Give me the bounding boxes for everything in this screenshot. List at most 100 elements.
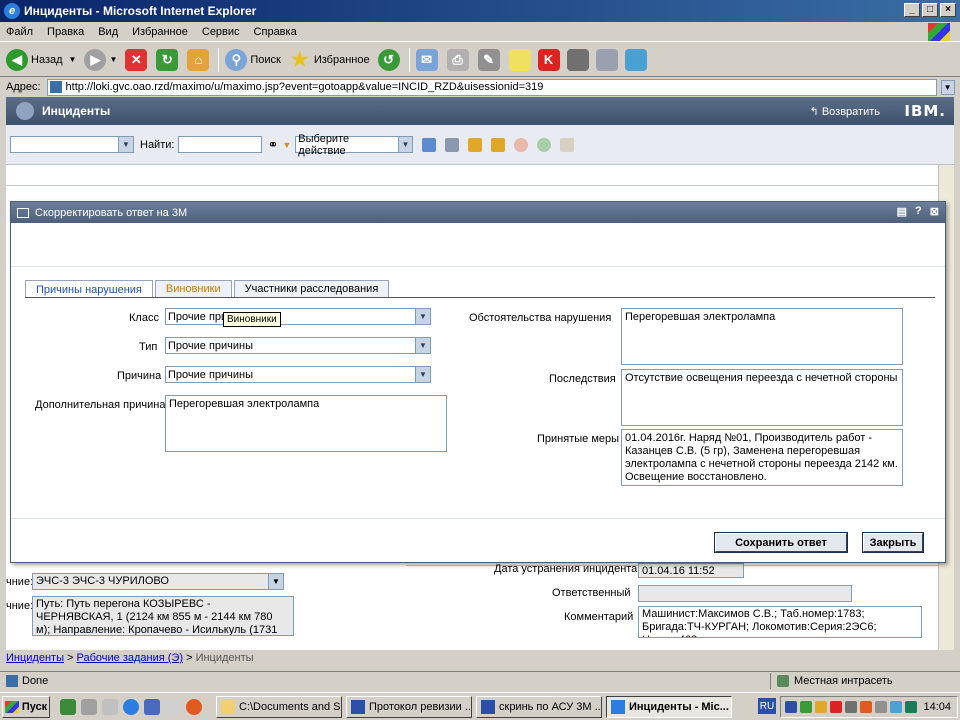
search-button[interactable]: ⚲ Поиск <box>225 48 281 71</box>
menu-view[interactable]: Вид <box>98 26 118 38</box>
responsible-field[interactable] <box>638 585 852 602</box>
menu-help[interactable]: Справка <box>254 26 297 38</box>
users-icon[interactable] <box>624 48 647 71</box>
query-select[interactable]: ▼ <box>10 136 134 153</box>
menu-favorites[interactable]: Избранное <box>132 26 188 38</box>
tray-network-icon[interactable] <box>785 701 797 713</box>
dialog-menu-icon[interactable]: ▤ <box>897 205 907 218</box>
messenger-icon[interactable] <box>566 48 589 71</box>
tab-violation-reasons[interactable]: Причины нарушения <box>25 280 153 298</box>
chevron-down-icon: ▼ <box>415 338 430 353</box>
start-button[interactable]: Пуск <box>2 695 50 718</box>
save-answer-button[interactable]: Сохранить ответ <box>714 532 848 553</box>
chevron-down-icon[interactable]: ▼ <box>282 140 291 150</box>
new-record-icon[interactable] <box>422 137 437 152</box>
previous-icon[interactable] <box>468 137 483 152</box>
tray-volume-icon[interactable] <box>875 701 887 713</box>
task-incidents[interactable]: Инциденты - Mic... <box>606 695 732 718</box>
history-icon[interactable]: ↺ <box>377 48 400 71</box>
tab-culprits[interactable]: Виновники <box>154 280 232 297</box>
tray-display-icon[interactable] <box>905 701 917 713</box>
elim-date-field[interactable]: 01.04.16 11:52 <box>638 563 744 578</box>
menu-edit[interactable]: Правка <box>47 26 84 38</box>
close-dialog-button[interactable]: Закрыть <box>862 532 924 553</box>
forward-button[interactable]: ▶ ▼ <box>84 48 117 71</box>
breadcrumb-work-orders[interactable]: Рабочие задания (Э) <box>77 652 183 664</box>
tab-investigators[interactable]: Участники расследования <box>233 280 390 297</box>
quicklaunch-media-icon[interactable] <box>186 698 202 715</box>
task-screenshots[interactable]: скринь по АСУ 3М ... <box>476 695 602 718</box>
stop-icon[interactable]: ✕ <box>125 48 148 71</box>
consequences-textarea[interactable]: Отсутствие освещения переезда с нечетной… <box>621 369 903 426</box>
quicklaunch-ie-icon[interactable] <box>123 698 139 715</box>
chevron-down-icon[interactable]: ▼ <box>69 55 77 64</box>
action-select[interactable]: Выберите действие ▼ <box>295 133 414 157</box>
edit-icon[interactable]: ✎ <box>477 48 500 71</box>
location-field[interactable]: Путь: Путь перегона КОЗЫРЕВС - ЧЕРНЯВСКА… <box>32 596 294 636</box>
home-icon[interactable]: ⌂ <box>187 48 210 71</box>
circumstances-textarea[interactable]: Перегоревшая электролампа <box>621 308 903 365</box>
folder-icon <box>221 699 235 714</box>
minimize-button[interactable]: _ <box>904 3 920 17</box>
chevron-down-icon[interactable]: ▼ <box>268 574 283 589</box>
quicklaunch-tree-icon[interactable] <box>60 698 76 715</box>
find-input[interactable] <box>178 136 263 153</box>
return-link[interactable]: ↰ Возвратить <box>810 105 880 118</box>
binoculars-icon[interactable]: ⚭ <box>267 137 278 153</box>
notes-icon[interactable] <box>508 48 531 71</box>
type-select[interactable]: Прочие причины ▼ <box>165 337 431 354</box>
tray-kaspersky-icon[interactable] <box>830 701 842 713</box>
extra-reason-textarea[interactable]: Перегоревшая электролампа <box>165 395 447 452</box>
quicklaunch-link-icon[interactable] <box>102 698 118 715</box>
close-window-button[interactable]: × <box>940 3 956 17</box>
taskbar: Пуск C:\Documents and S... Протокол реви… <box>0 692 960 720</box>
chevron-down-icon[interactable]: ▼ <box>109 55 117 64</box>
breadcrumb-incidents[interactable]: Инциденты <box>6 652 64 664</box>
save-icon[interactable] <box>445 137 460 152</box>
chevron-down-icon[interactable]: ▼ <box>940 79 955 95</box>
address-input[interactable]: http://loki.gvc.oao.rzd/maximo/u/maximo.… <box>46 78 937 96</box>
tray-media-icon[interactable] <box>860 701 872 713</box>
print-icon[interactable]: ⎙ <box>446 48 469 71</box>
task-protocol[interactable]: Протокол ревизии ... <box>346 695 472 718</box>
comment-field[interactable]: Машинист:Максимов С.В.; Таб.номер:1783; … <box>638 606 922 638</box>
quicklaunch-desktop-icon[interactable] <box>165 698 181 715</box>
research-icon[interactable] <box>595 48 618 71</box>
system-tray: 14:04 <box>780 696 958 718</box>
next-icon[interactable] <box>491 137 506 152</box>
tab-tooltip: Виновники <box>223 312 281 327</box>
quicklaunch-tool-icon[interactable] <box>81 698 97 715</box>
reason-select[interactable]: Прочие причины ▼ <box>165 366 431 383</box>
language-indicator[interactable]: RU <box>758 698 776 714</box>
close-icon[interactable]: ⊠ <box>930 205 939 218</box>
measures-label: Принятые меры <box>537 433 620 445</box>
consequences-value: Отсутствие освещения переезда с нечетной… <box>625 372 898 384</box>
task-explorer[interactable]: C:\Documents and S... <box>216 695 342 718</box>
ibm-logo: IBM. <box>904 102 946 120</box>
executor-label: чние: <box>6 576 34 588</box>
menu-tools[interactable]: Сервис <box>202 26 240 38</box>
window-title: Инциденты - Microsoft Internet Explorer <box>24 4 257 18</box>
favorites-button[interactable]: ★ Избранное <box>289 49 370 71</box>
bell-icon[interactable] <box>560 137 575 152</box>
tray-messenger-icon[interactable] <box>890 701 902 713</box>
maximize-button[interactable]: □ <box>922 3 938 17</box>
back-button[interactable]: ◀ Назад ▼ <box>6 48 77 71</box>
tray-security-icon[interactable] <box>815 701 827 713</box>
tray-update-icon[interactable] <box>800 701 812 713</box>
app-toolbar: ▼ Найти: ⚭ ▼ Выберите действие ▼ <box>6 125 954 165</box>
quicklaunch-outlook-icon[interactable] <box>144 698 160 715</box>
browser-toolbar: ◀ Назад ▼ ▶ ▼ ✕ ↻ ⌂ ⚲ Поиск ★ Избранное … <box>0 43 960 77</box>
class-select[interactable]: Прочие при ▼ <box>165 308 431 325</box>
refresh-icon[interactable]: ↻ <box>156 48 179 71</box>
executor-field[interactable]: ЭЧС-3 ЭЧС-3 ЧУРИЛОВО ▼ <box>32 573 284 590</box>
measures-textarea[interactable]: 01.04.2016г. Наряд №01, Производитель ра… <box>621 429 903 486</box>
menu-file[interactable]: Файл <box>6 26 33 38</box>
kaspersky-icon[interactable]: K <box>537 48 560 71</box>
stop-record-icon[interactable] <box>514 137 529 152</box>
windows-logo-icon <box>4 700 19 713</box>
tray-agent-icon[interactable] <box>845 701 857 713</box>
help-icon[interactable]: ? <box>915 205 922 218</box>
mail-icon[interactable]: ✉ <box>415 48 438 71</box>
approve-icon[interactable] <box>537 137 552 152</box>
